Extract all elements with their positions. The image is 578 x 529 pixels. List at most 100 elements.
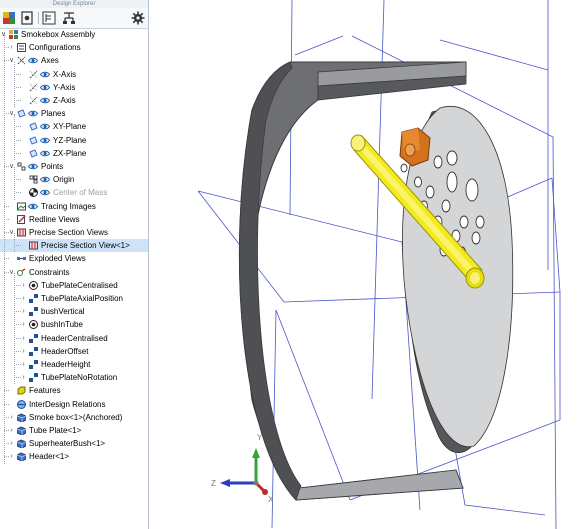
image-icon: [17, 202, 26, 211]
tree-item-label: Constraints: [29, 267, 70, 277]
tree-item[interactable]: XY-Plane: [0, 120, 148, 133]
tree-item[interactable]: › Header<1>: [0, 450, 148, 463]
tree-item[interactable]: › Smoke box<1>(Anchored): [0, 411, 148, 424]
planes-icon: [17, 109, 26, 118]
gear-icon[interactable]: [131, 11, 145, 25]
visibility-eye-icon[interactable]: [28, 203, 38, 210]
expand-toggle-icon[interactable]: ›: [8, 427, 15, 434]
plane-icon: [29, 122, 38, 132]
tree-item[interactable]: › TubePlateAxialPosition: [0, 292, 148, 305]
tree-item[interactable]: › Configurations: [0, 41, 148, 54]
features-icon: [17, 386, 26, 395]
relations-icon: [17, 399, 26, 409]
visibility-eye-icon[interactable]: [28, 110, 38, 117]
distance-icon: [29, 307, 38, 317]
visibility-eye-icon[interactable]: [28, 163, 38, 170]
expand-toggle-icon[interactable]: ›: [8, 414, 15, 421]
tree-guide-line: [14, 272, 15, 385]
tree-item[interactable]: ∨ Precise Section Views: [0, 226, 148, 239]
visibility-eye-icon[interactable]: [40, 137, 50, 144]
tree-item[interactable]: Origin: [0, 173, 148, 186]
axis-triad[interactable]: Y Z X: [211, 433, 274, 504]
tree-item[interactable]: Z-Axis: [0, 94, 148, 107]
tree-item[interactable]: › HeaderCentralised: [0, 332, 148, 345]
tree-item-label: Smoke box<1>(Anchored): [29, 412, 123, 422]
settings-icon[interactable]: [20, 11, 34, 25]
concentric-icon: [29, 320, 38, 330]
expand-toggle-icon[interactable]: ›: [20, 348, 27, 355]
tree-item[interactable]: ZX-Plane: [0, 147, 148, 160]
tree-item[interactable]: Precise Section View<1>: [0, 239, 148, 253]
tree-item[interactable]: Tracing Images: [0, 200, 148, 213]
visibility-eye-icon[interactable]: [40, 71, 50, 78]
visibility-eye-icon[interactable]: [40, 97, 50, 104]
expand-toggle-icon[interactable]: ›: [20, 321, 27, 328]
design-explorer-panel: Design Explorer ∨ Smokebox Assembly › Confi…: [0, 0, 149, 529]
expand-toggle-icon[interactable]: ›: [20, 374, 27, 381]
tree-item[interactable]: Center of Mass: [0, 186, 148, 199]
tree-item[interactable]: › Tube Plate<1>: [0, 424, 148, 437]
tree-item[interactable]: › bushVertical: [0, 305, 148, 318]
tree-item-label: HeaderOffset: [41, 346, 89, 356]
tree-item-label: Z-Axis: [53, 96, 76, 105]
distance-icon: [29, 373, 38, 383]
tree-item[interactable]: InterDesign Relations: [0, 398, 148, 411]
point-icon: [29, 175, 38, 184]
model-canvas[interactable]: Y Z X: [149, 0, 578, 529]
tree-item-label: Redline Views: [29, 214, 80, 224]
expand-toggle-icon[interactable]: ›: [20, 295, 27, 302]
tree-item[interactable]: › TubePlateNoRotation: [0, 371, 148, 384]
visibility-eye-icon[interactable]: [28, 57, 38, 64]
tree-item-label: Center of Mass: [53, 188, 108, 198]
tree-item[interactable]: YZ-Plane: [0, 134, 148, 147]
distance-icon: [29, 360, 38, 369]
tree-item[interactable]: Features: [0, 384, 148, 397]
expand-toggle-icon[interactable]: ›: [20, 282, 27, 289]
expand-toggle-icon[interactable]: ›: [20, 308, 27, 315]
tree-view-icon[interactable]: [42, 11, 56, 25]
tree-item[interactable]: X-Axis: [0, 68, 148, 81]
expand-toggle-icon[interactable]: ›: [20, 335, 27, 342]
tree-item[interactable]: › HeaderHeight: [0, 358, 148, 371]
expand-toggle-icon[interactable]: ›: [8, 453, 15, 460]
tree-guide-line: [4, 35, 5, 464]
visibility-eye-icon[interactable]: [40, 123, 50, 130]
expand-toggle-icon[interactable]: ›: [20, 361, 27, 368]
superheater-bush[interactable]: [399, 127, 431, 167]
tree-item-label: Points: [41, 162, 64, 171]
tree-item[interactable]: › SuperheaterBush<1>: [0, 437, 148, 450]
tree-item[interactable]: › bushInTube: [0, 318, 148, 331]
part-icon: [17, 426, 26, 435]
tree-item-label: TubePlateCentralised: [41, 280, 118, 290]
visibility-eye-icon[interactable]: [40, 150, 50, 157]
tree-item[interactable]: Redline Views: [0, 213, 148, 226]
assembly-icon: [9, 30, 18, 39]
tree-item-label: ZX-Plane: [53, 148, 87, 158]
3d-viewport[interactable]: Y Z X: [149, 0, 578, 529]
visibility-eye-icon[interactable]: [40, 189, 50, 196]
tree-item[interactable]: ∨ Axes: [0, 54, 148, 67]
axis-icon: [29, 96, 38, 105]
tree-item[interactable]: Exploded Views: [0, 252, 148, 265]
visibility-eye-icon[interactable]: [40, 84, 50, 91]
tree-item-label: Features: [29, 386, 61, 396]
tree-item-label: TubePlateNoRotation: [41, 373, 118, 383]
tree-item[interactable]: ∨ Smokebox Assembly: [0, 28, 148, 41]
axis-icon: [29, 70, 38, 78]
tree-item-label: Origin: [53, 175, 75, 185]
expand-toggle-icon[interactable]: ›: [8, 44, 15, 51]
assembly-icon[interactable]: [2, 11, 16, 25]
tree-item-label: Axes: [41, 56, 59, 66]
tree-item[interactable]: ∨ Planes: [0, 107, 148, 120]
constraints-icon: [17, 268, 26, 276]
tree-item-label: bushInTube: [41, 320, 83, 330]
tree-item[interactable]: Y-Axis: [0, 81, 148, 94]
tree-item[interactable]: ∨ Points: [0, 160, 148, 173]
expand-toggle-icon[interactable]: ›: [8, 440, 15, 447]
visibility-eye-icon[interactable]: [40, 176, 50, 183]
tree-item[interactable]: ∨ Constraints: [0, 266, 148, 279]
center-of-mass-icon: [29, 188, 38, 198]
tree-item[interactable]: › TubePlateCentralised: [0, 279, 148, 292]
hierarchy-icon[interactable]: [62, 11, 76, 25]
tree-item[interactable]: › HeaderOffset: [0, 345, 148, 358]
